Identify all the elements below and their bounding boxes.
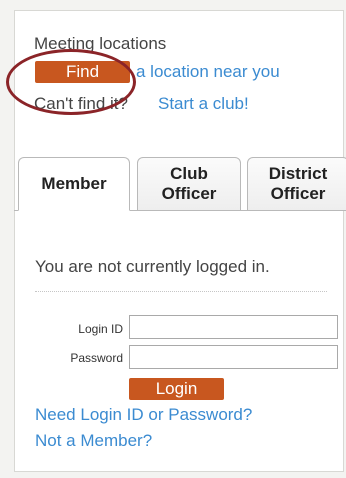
login-button[interactable]: Login bbox=[129, 378, 224, 400]
tab-district-officer-line2: Officer bbox=[270, 184, 326, 203]
tab-member[interactable]: Member bbox=[18, 157, 130, 211]
tab-member-label: Member bbox=[41, 174, 107, 193]
tab-district-officer-line1: District bbox=[268, 164, 328, 183]
tab-district-officer[interactable]: District Officer bbox=[247, 157, 346, 211]
tab-club-officer-line2: Officer bbox=[161, 184, 217, 203]
tab-club-officer-label: Club Officer bbox=[162, 164, 217, 204]
login-status-text: You are not currently logged in. bbox=[35, 257, 270, 276]
location-near-you-link[interactable]: a location near you bbox=[136, 62, 280, 82]
tab-club-officer-line1: Club bbox=[170, 164, 208, 183]
dotted-divider bbox=[35, 291, 327, 292]
password-field[interactable] bbox=[129, 345, 338, 369]
find-button[interactable]: Find bbox=[35, 61, 130, 83]
start-club-link[interactable]: Start a club! bbox=[158, 94, 249, 114]
cant-find-text: Can't find it? bbox=[34, 94, 128, 113]
need-login-link[interactable]: Need Login ID or Password? bbox=[35, 405, 252, 425]
login-id-field[interactable] bbox=[129, 315, 338, 339]
password-label: Password bbox=[70, 351, 123, 365]
not-member-link[interactable]: Not a Member? bbox=[35, 431, 152, 451]
tab-club-officer[interactable]: Club Officer bbox=[137, 157, 241, 211]
tab-bar: Member Club Officer District Officer bbox=[15, 157, 346, 213]
tab-district-officer-label: District Officer bbox=[269, 164, 328, 204]
meeting-locations-heading: Meeting locations bbox=[34, 34, 167, 53]
login-id-label: Login ID bbox=[78, 322, 123, 336]
